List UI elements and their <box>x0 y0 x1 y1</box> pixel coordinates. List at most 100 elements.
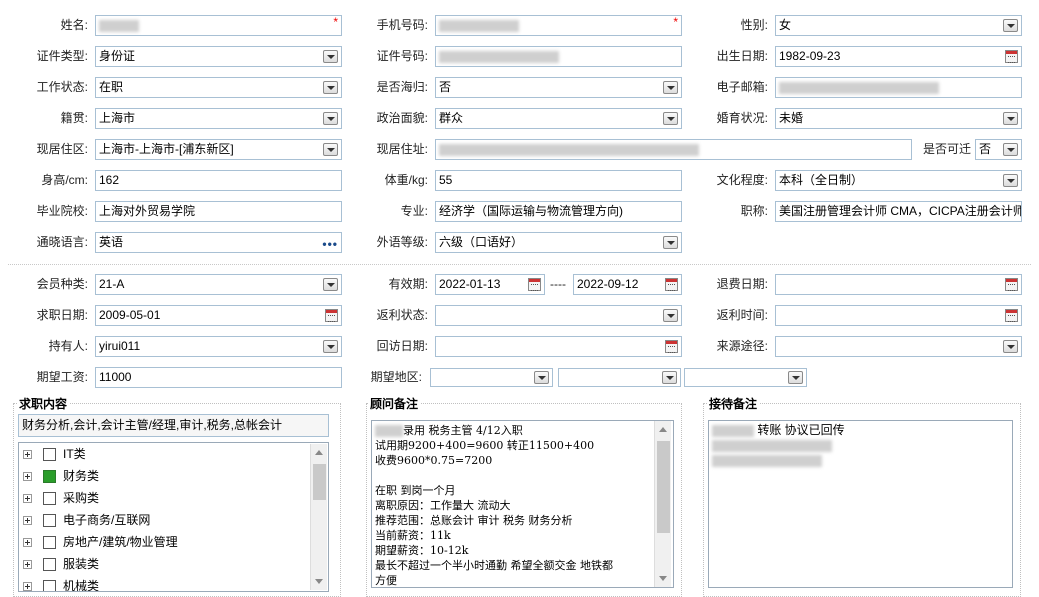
language-level-value: 六级（口语好） <box>439 235 524 249</box>
scroll-down-icon[interactable] <box>315 579 323 584</box>
holder-select[interactable]: yirui011 <box>95 336 342 357</box>
chevron-down-icon[interactable] <box>323 278 338 291</box>
category-checkbox[interactable] <box>43 448 56 461</box>
language-field[interactable]: 英语 ••• <box>95 232 342 253</box>
calendar-icon[interactable] <box>528 278 541 291</box>
birth-date-field[interactable]: 1982-09-23 <box>775 46 1022 67</box>
category-checkbox[interactable] <box>43 580 56 591</box>
seek-date-field[interactable]: 2009-05-01 <box>95 305 342 326</box>
salary-field[interactable]: 11000 <box>95 367 342 388</box>
chevron-down-icon[interactable] <box>323 81 338 94</box>
chevron-down-icon[interactable] <box>663 309 678 322</box>
calendar-icon[interactable] <box>1005 50 1018 63</box>
expand-icon[interactable] <box>23 582 32 591</box>
calendar-icon[interactable] <box>665 340 678 353</box>
scroll-thumb[interactable] <box>313 464 326 500</box>
id-type-select[interactable]: 身份证 <box>95 46 342 67</box>
refund-date-field[interactable] <box>775 274 1022 295</box>
advisor-notes-line1: 录用 税务主管 4/12入职 <box>403 424 523 437</box>
chevron-down-icon[interactable] <box>663 236 678 249</box>
gender-select[interactable]: 女 <box>775 15 1022 36</box>
major-field[interactable]: 经济学（国际运输与物流管理方向) <box>435 201 682 222</box>
category-checkbox[interactable] <box>43 470 56 483</box>
job-summary-field[interactable]: 财务分析,会计,会计主管/经理,审计,税务,总帐会计 <box>18 414 329 437</box>
job-category-tree[interactable]: IT类 财务类 采购类 电子商务/互联网 房地产/建筑/物业管理 服装类 机械类 <box>18 442 329 592</box>
language-level-select[interactable]: 六级（口语好） <box>435 232 682 253</box>
weight-field[interactable]: 55 <box>435 170 682 191</box>
chevron-down-icon[interactable] <box>1003 112 1018 125</box>
id-number-field[interactable] <box>435 46 682 67</box>
expand-icon[interactable] <box>23 538 32 547</box>
email-field[interactable] <box>775 77 1022 98</box>
address-field[interactable] <box>435 139 912 160</box>
calendar-icon[interactable] <box>1005 278 1018 291</box>
residence-area-select[interactable]: 上海市-上海市-[浦东新区] <box>95 139 342 160</box>
calendar-icon[interactable] <box>325 309 338 322</box>
category-checkbox[interactable] <box>43 492 56 505</box>
chevron-down-icon[interactable] <box>323 340 338 353</box>
calendar-icon[interactable] <box>1005 309 1018 322</box>
marital-label: 婚育状况: <box>716 111 768 125</box>
scroll-thumb[interactable] <box>657 441 670 533</box>
advisor-notes-scrollbar[interactable] <box>654 421 671 587</box>
native-place-select[interactable]: 上海市 <box>95 108 342 129</box>
mobile-field[interactable]: * <box>435 15 682 36</box>
reception-notes-textarea[interactable]: 转账 协议已回传 <box>708 420 1013 588</box>
advisor-notes-textarea[interactable]: 录用 税务主管 4/12入职 试用期9200+400=9600 转正11500+… <box>371 420 674 588</box>
school-label: 毕业院校: <box>36 204 88 218</box>
scroll-down-icon[interactable] <box>659 576 667 581</box>
scroll-up-icon[interactable] <box>315 450 323 455</box>
chevron-down-icon[interactable] <box>663 112 678 125</box>
political-select[interactable]: 群众 <box>435 108 682 129</box>
more-options-icon[interactable]: ••• <box>322 235 338 252</box>
expand-icon[interactable] <box>23 560 32 569</box>
chevron-down-icon[interactable] <box>788 371 803 384</box>
validity-from-field[interactable]: 2022-01-13 <box>435 274 545 295</box>
salary-label: 期望工资: <box>36 370 88 384</box>
category-label: 采购类 <box>63 491 100 505</box>
chevron-down-icon[interactable] <box>662 371 677 384</box>
overseas-select[interactable]: 否 <box>435 77 682 98</box>
chevron-down-icon[interactable] <box>1003 340 1018 353</box>
calendar-icon[interactable] <box>665 278 678 291</box>
chevron-down-icon[interactable] <box>663 81 678 94</box>
seek-date-value: 2009-05-01 <box>99 308 161 322</box>
chevron-down-icon[interactable] <box>323 143 338 156</box>
rebate-status-select[interactable] <box>435 305 682 326</box>
region-city-select[interactable] <box>558 368 681 387</box>
name-field[interactable]: * <box>95 15 342 36</box>
chevron-down-icon[interactable] <box>1003 143 1018 156</box>
chevron-down-icon[interactable] <box>1003 19 1018 32</box>
chevron-down-icon[interactable] <box>323 112 338 125</box>
chevron-down-icon[interactable] <box>1003 174 1018 187</box>
expand-icon[interactable] <box>23 494 32 503</box>
expand-icon[interactable] <box>23 450 32 459</box>
education-select[interactable]: 本科（全日制） <box>775 170 1022 191</box>
seek-date-label: 求职日期: <box>36 308 88 322</box>
region-district-select[interactable] <box>684 368 807 387</box>
mobile-label: 手机号码: <box>376 18 428 32</box>
tree-scrollbar[interactable] <box>310 444 327 590</box>
job-title-field[interactable]: 美国注册管理会计师 CMA，CICPA注册会计师 <box>775 201 1022 222</box>
chevron-down-icon[interactable] <box>323 50 338 63</box>
validity-to-field[interactable]: 2022-09-12 <box>573 274 682 295</box>
region-label: 期望地区: <box>370 370 422 384</box>
category-checkbox[interactable] <box>43 536 56 549</box>
relocate-select[interactable]: 否 <box>975 139 1022 160</box>
category-checkbox[interactable] <box>43 514 56 527</box>
visit-date-field[interactable] <box>435 336 682 357</box>
source-select[interactable] <box>775 336 1022 357</box>
category-checkbox[interactable] <box>43 558 56 571</box>
rebate-time-field[interactable] <box>775 305 1022 326</box>
marital-select[interactable]: 未婚 <box>775 108 1022 129</box>
chevron-down-icon[interactable] <box>534 371 549 384</box>
region-province-select[interactable] <box>430 368 553 387</box>
expand-icon[interactable] <box>23 472 32 481</box>
expand-icon[interactable] <box>23 516 32 525</box>
advisor-notes-title: 顾问备注 <box>368 395 421 412</box>
work-status-select[interactable]: 在职 <box>95 77 342 98</box>
scroll-up-icon[interactable] <box>659 427 667 432</box>
school-field[interactable]: 上海对外贸易学院 <box>95 201 342 222</box>
height-field[interactable]: 162 <box>95 170 342 191</box>
member-type-select[interactable]: 21-A <box>95 274 342 295</box>
